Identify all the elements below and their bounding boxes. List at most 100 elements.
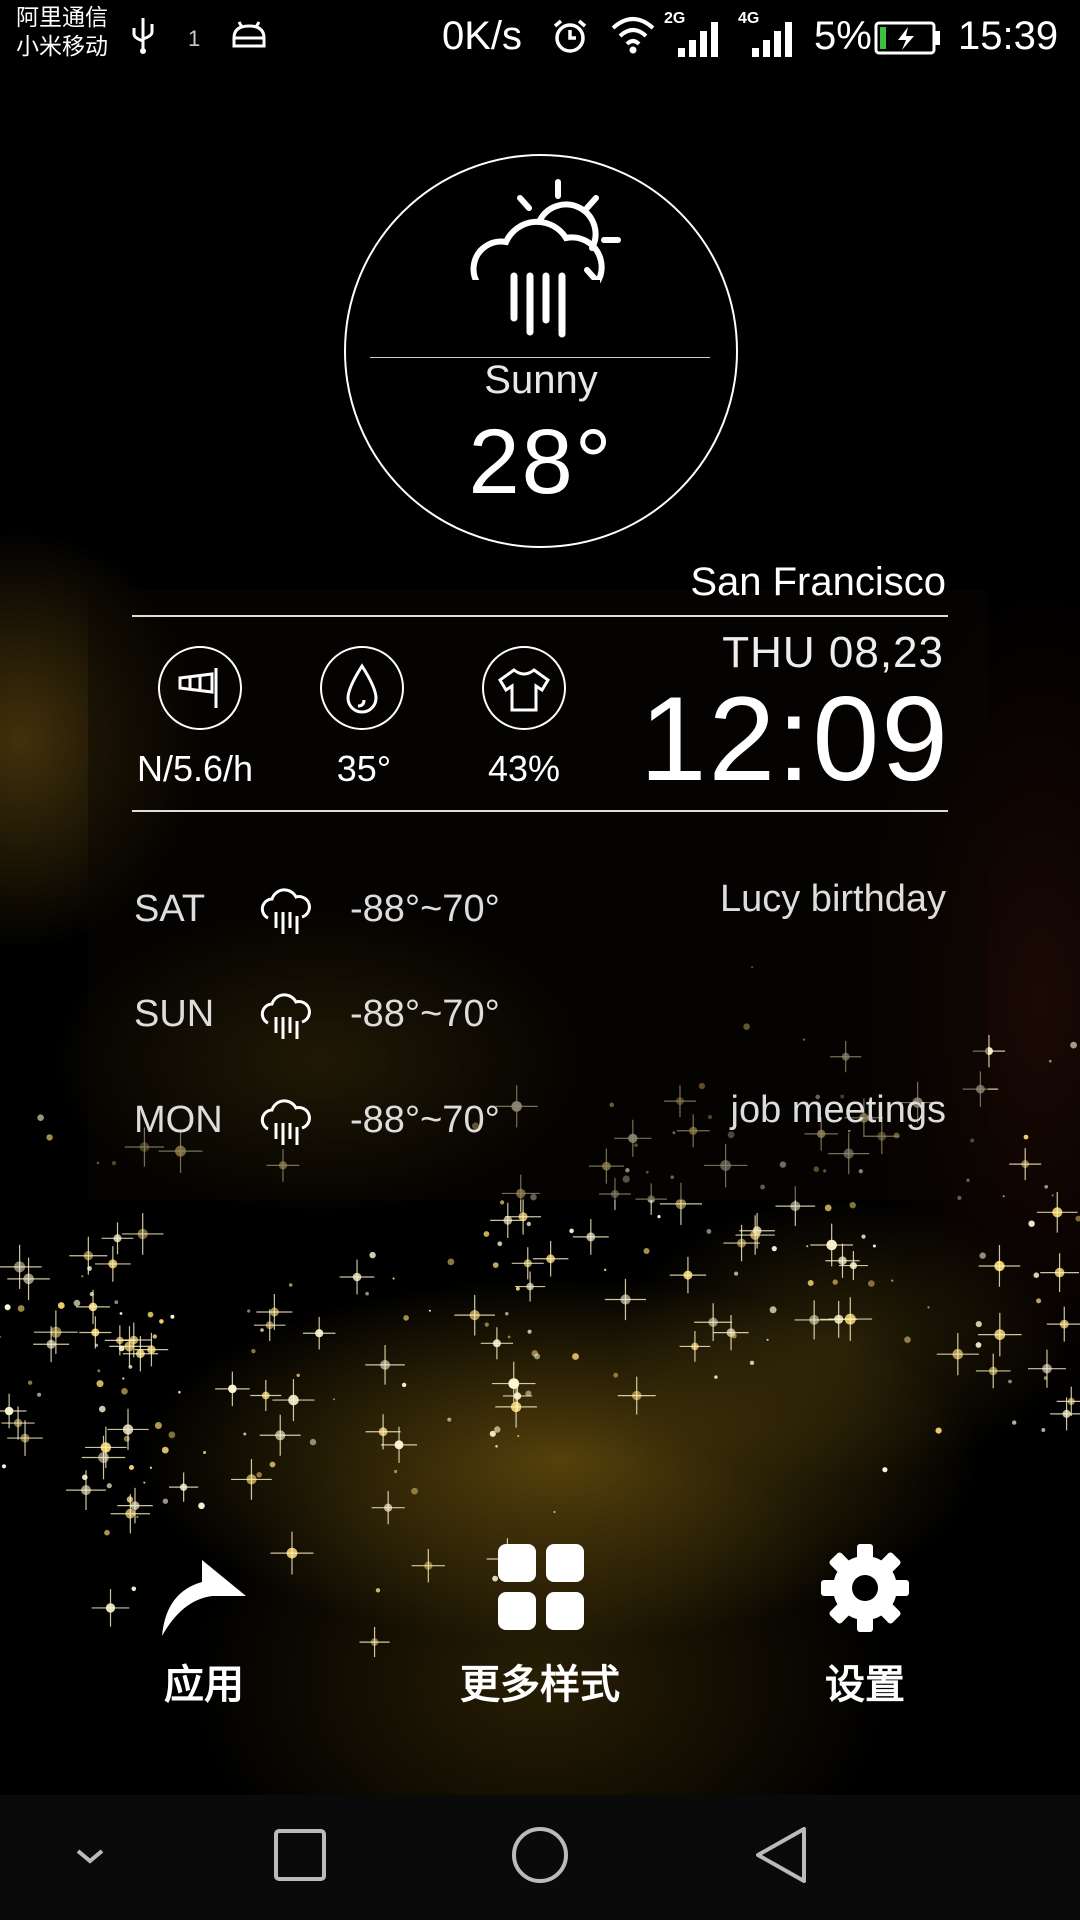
sparkle-glint	[272, 1379, 315, 1422]
usb-icon	[130, 14, 156, 58]
chevron-down-icon[interactable]	[70, 1831, 110, 1885]
clock[interactable]: 12:09	[640, 670, 950, 808]
sparkle	[203, 1451, 207, 1454]
apps-button[interactable]: 应用	[84, 1540, 324, 1708]
forecast-event[interactable]: job meetings	[731, 1089, 946, 1132]
sparkle	[517, 1434, 520, 1438]
sparkle	[106, 1483, 112, 1489]
sparkle-glint	[511, 1247, 544, 1280]
sparkle-glint	[975, 1353, 1011, 1389]
sparkle	[159, 1319, 164, 1324]
sparkle-glint	[532, 1241, 569, 1277]
navigation-bar	[0, 1795, 1080, 1920]
sparkle-glint	[0, 1244, 42, 1289]
back-triangle-icon[interactable]	[752, 1825, 812, 1889]
sparkle	[81, 1275, 84, 1278]
sparkle	[807, 1280, 814, 1286]
sparkle	[483, 1231, 490, 1237]
status-time: 15:39	[958, 14, 1059, 58]
sparkle	[714, 1375, 718, 1379]
sparkle	[1036, 1298, 1042, 1304]
sparkle	[604, 1268, 607, 1272]
clothing-index-value: 43%	[487, 748, 561, 789]
sparkle	[553, 1511, 556, 1513]
sparkle	[1012, 1420, 1017, 1425]
city-name[interactable]: San Francisco	[690, 560, 946, 605]
sparkle	[927, 1306, 930, 1309]
battery-percent: 5%	[814, 14, 872, 58]
sparkle	[891, 1279, 894, 1282]
sparkle	[935, 1427, 942, 1434]
sparkle	[247, 1309, 251, 1313]
sparkle-glint	[1046, 1306, 1080, 1342]
sparkle	[769, 1306, 777, 1314]
weather-condition: Sunny	[484, 358, 598, 402]
battery-charging-icon	[874, 20, 942, 60]
sparkle	[57, 1302, 65, 1309]
sparkle-glint	[679, 1331, 711, 1362]
sparkle	[129, 1465, 134, 1470]
sparkle	[734, 1271, 739, 1276]
recents-square-icon[interactable]	[272, 1825, 328, 1889]
sparkle	[447, 1258, 455, 1266]
forecast-row: MON -88°~70° job meetings	[0, 1089, 1080, 1179]
sun-cloud-rain-icon	[470, 176, 630, 344]
sparkle	[375, 1588, 381, 1593]
sparkle-glint	[134, 1332, 169, 1367]
sparkle	[269, 1461, 276, 1468]
sparkle	[121, 1388, 128, 1395]
home-circle-icon[interactable]	[510, 1825, 570, 1889]
status-bar: 阿里通信 小米移动 1 0K/s 2G 4G 5% 15:39	[0, 0, 1080, 80]
more-styles-button[interactable]: 更多样式	[420, 1540, 660, 1708]
sparkle-glint	[838, 1251, 868, 1281]
sparkle	[534, 1353, 541, 1360]
sparkle	[251, 1348, 256, 1354]
sparkle-glint	[7, 1420, 43, 1456]
sparkle	[526, 1221, 531, 1227]
sparkle-glint	[122, 1336, 159, 1372]
forecast-event[interactable]: Lucy birthday	[720, 878, 946, 921]
sparkle-glint	[110, 1494, 150, 1534]
sparkle	[365, 1291, 369, 1296]
sparkle	[1033, 1272, 1040, 1278]
sparkle	[168, 1431, 176, 1439]
sparkle	[613, 1372, 619, 1378]
forecast-row: SAT -88°~70° Lucy birthday	[0, 878, 1080, 968]
sparkle-glint	[1036, 1191, 1078, 1233]
sparkle	[494, 1426, 501, 1433]
sparkle	[401, 1382, 407, 1388]
sparkle-glint	[936, 1333, 979, 1376]
sparkle	[495, 1445, 498, 1448]
sparkle-glint	[1027, 1349, 1066, 1388]
sparkle	[975, 1342, 982, 1348]
sparkle	[392, 1277, 395, 1280]
sparkle	[87, 1266, 92, 1271]
sparkle-glint	[794, 1300, 834, 1340]
wind-value: N/5.6/h	[136, 748, 254, 789]
sparkle	[904, 1336, 911, 1343]
android-icon	[230, 20, 268, 56]
humidity-drop-icon	[320, 646, 404, 730]
sparkle	[136, 1515, 139, 1519]
sparkle	[643, 1248, 650, 1254]
sparkle	[4, 1304, 11, 1311]
sparkle	[1028, 1220, 1035, 1227]
sparkle-glint	[505, 1198, 542, 1235]
sparkle	[256, 1472, 263, 1478]
sparkle	[507, 1335, 511, 1339]
sparkle-glint	[454, 1294, 496, 1336]
current-temperature: 28°	[468, 411, 614, 513]
sparkle	[1, 1464, 7, 1469]
sparkle	[749, 1360, 755, 1366]
sparkle	[178, 1390, 181, 1394]
sparkle	[1075, 1215, 1080, 1222]
sparkle	[849, 1202, 856, 1209]
signal-1-icon	[676, 20, 724, 62]
sparkle	[872, 1244, 876, 1248]
carrier-names: 阿里通信 小米移动	[16, 4, 108, 62]
sparkle-glint	[978, 1245, 1021, 1287]
sparkle	[731, 1333, 737, 1339]
sparkle	[27, 1380, 33, 1385]
sparkle-glint	[978, 1312, 1022, 1357]
settings-button[interactable]: 设置	[745, 1540, 985, 1708]
